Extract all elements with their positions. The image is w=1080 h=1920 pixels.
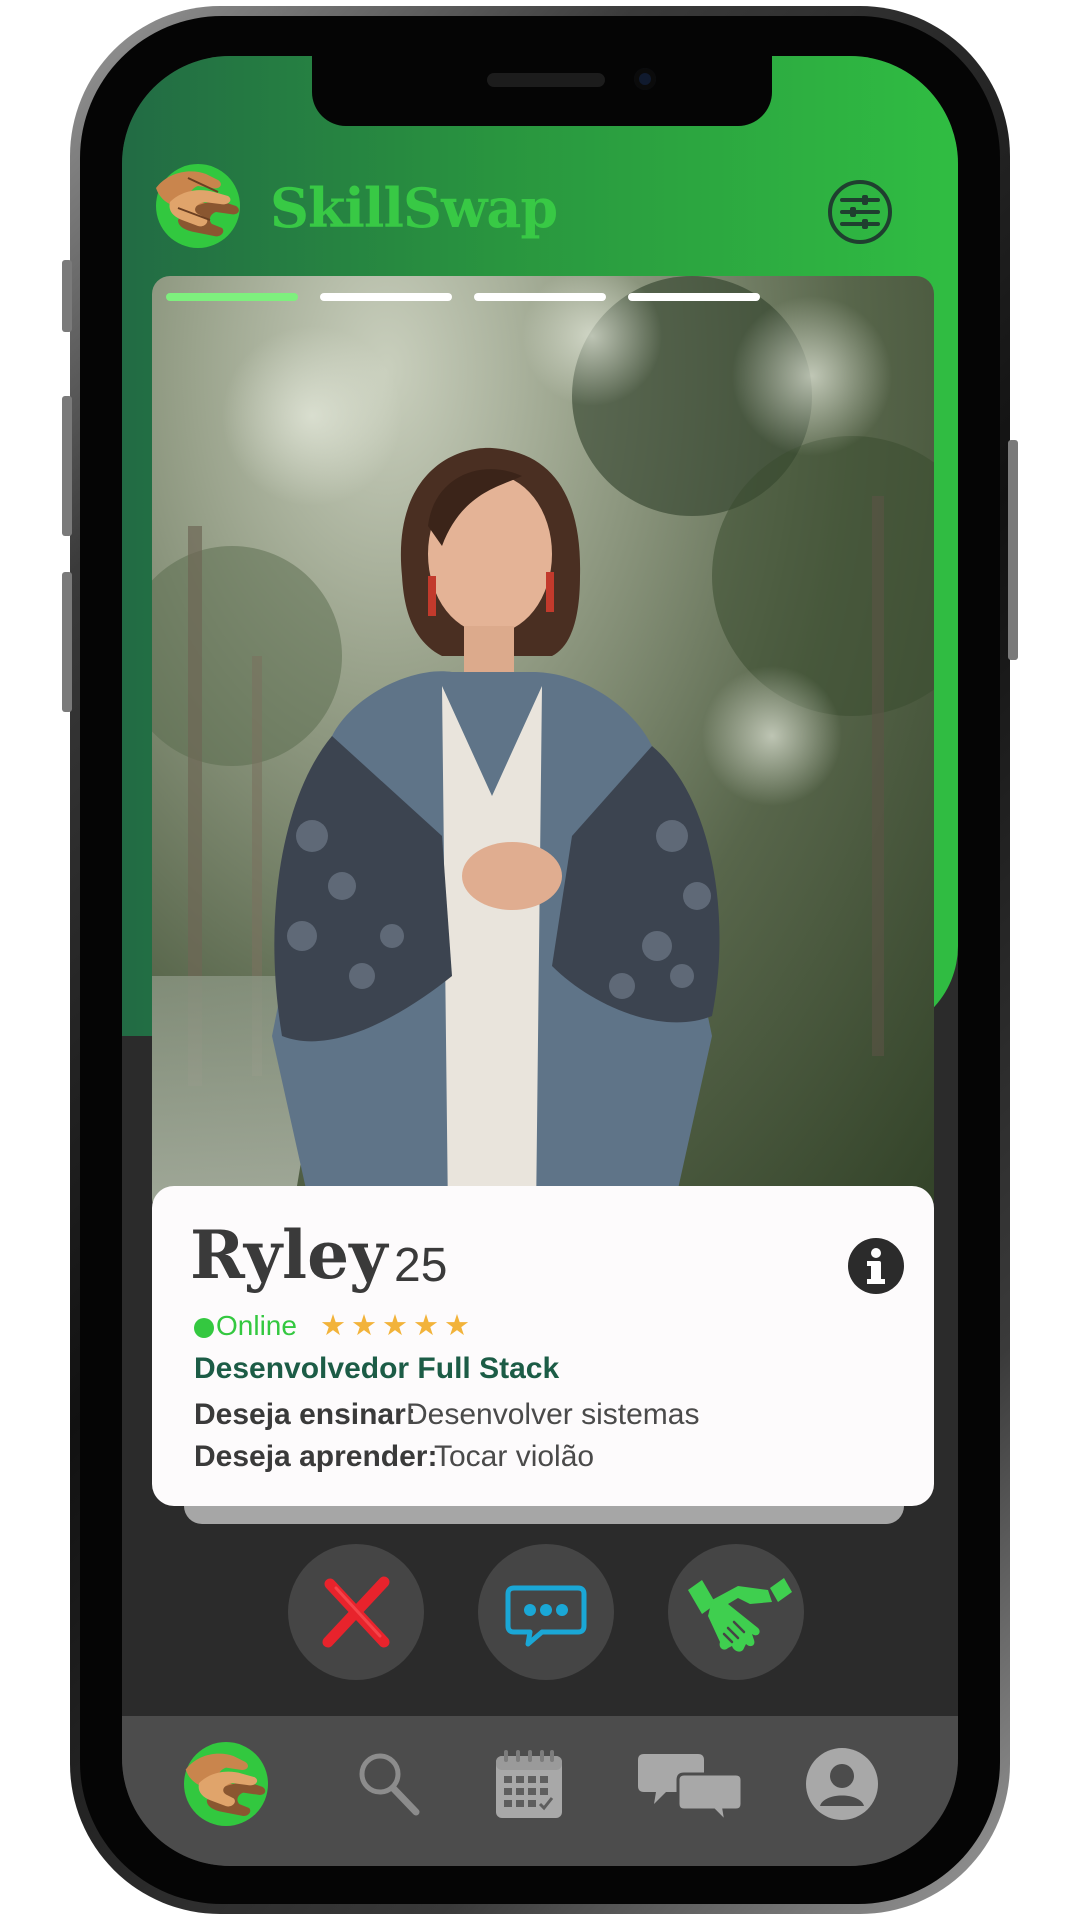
skillswap-logo-icon [184, 1742, 268, 1826]
app-logo [156, 164, 240, 248]
reject-button[interactable] [288, 1544, 424, 1680]
portrait-image [152, 276, 934, 1216]
profile-age: 25 [394, 1239, 448, 1292]
phone-volume-up [62, 396, 72, 536]
phone-mute-switch [62, 260, 72, 332]
chat-bubbles-icon [638, 1754, 744, 1827]
profile-name: Ryley [190, 1216, 388, 1294]
profile-photo[interactable] [152, 276, 934, 1216]
tab-profile[interactable] [798, 1740, 888, 1830]
bottom-tab-bar [122, 1716, 958, 1866]
filter-button[interactable] [828, 180, 892, 244]
rating-stars: ★★★★★ [320, 1308, 475, 1342]
phone-volume-down [62, 572, 72, 712]
profile-icon [806, 1748, 878, 1820]
profile-info-card[interactable]: Ryley 25 Online ★★★★★ Desenvolvedor Full… [152, 1186, 934, 1506]
photo-progress-2 [320, 293, 452, 301]
app-title: SkillSwap [270, 176, 558, 240]
notch [312, 56, 772, 126]
front-camera [634, 68, 656, 90]
learn-label: Deseja aprender: [194, 1440, 438, 1473]
profile-profession: Desenvolvedor Full Stack [194, 1352, 560, 1385]
handshake-icon [688, 1578, 792, 1652]
x-icon [322, 1576, 390, 1648]
tab-calendar[interactable] [484, 1740, 574, 1830]
hands-logo-icon [156, 171, 239, 237]
learn-value: Tocar violão [434, 1440, 595, 1473]
phone-power-button [1008, 440, 1018, 660]
teach-label: Deseja ensinar: [194, 1398, 416, 1431]
tab-messages[interactable] [636, 1740, 746, 1830]
match-button[interactable] [668, 1544, 804, 1680]
calendar-icon [496, 1750, 562, 1818]
chat-bubble-icon [505, 1585, 587, 1647]
screen: SkillSwap Ryley 25 Online ★★★★★ Desenvol… [122, 56, 958, 1866]
online-status-text: Online [216, 1310, 297, 1341]
sliders-icon [840, 195, 880, 229]
photo-progress-3 [474, 293, 606, 301]
tab-search[interactable] [344, 1740, 434, 1830]
speaker [487, 73, 605, 87]
photo-progress-4 [628, 293, 760, 301]
teach-value: Desenvolver sistemas [406, 1398, 700, 1431]
info-icon[interactable] [848, 1238, 904, 1294]
photo-progress-1 [166, 293, 298, 301]
online-status-dot [194, 1318, 214, 1338]
message-button[interactable] [478, 1544, 614, 1680]
search-icon [359, 1753, 420, 1816]
tab-home[interactable] [182, 1740, 272, 1830]
